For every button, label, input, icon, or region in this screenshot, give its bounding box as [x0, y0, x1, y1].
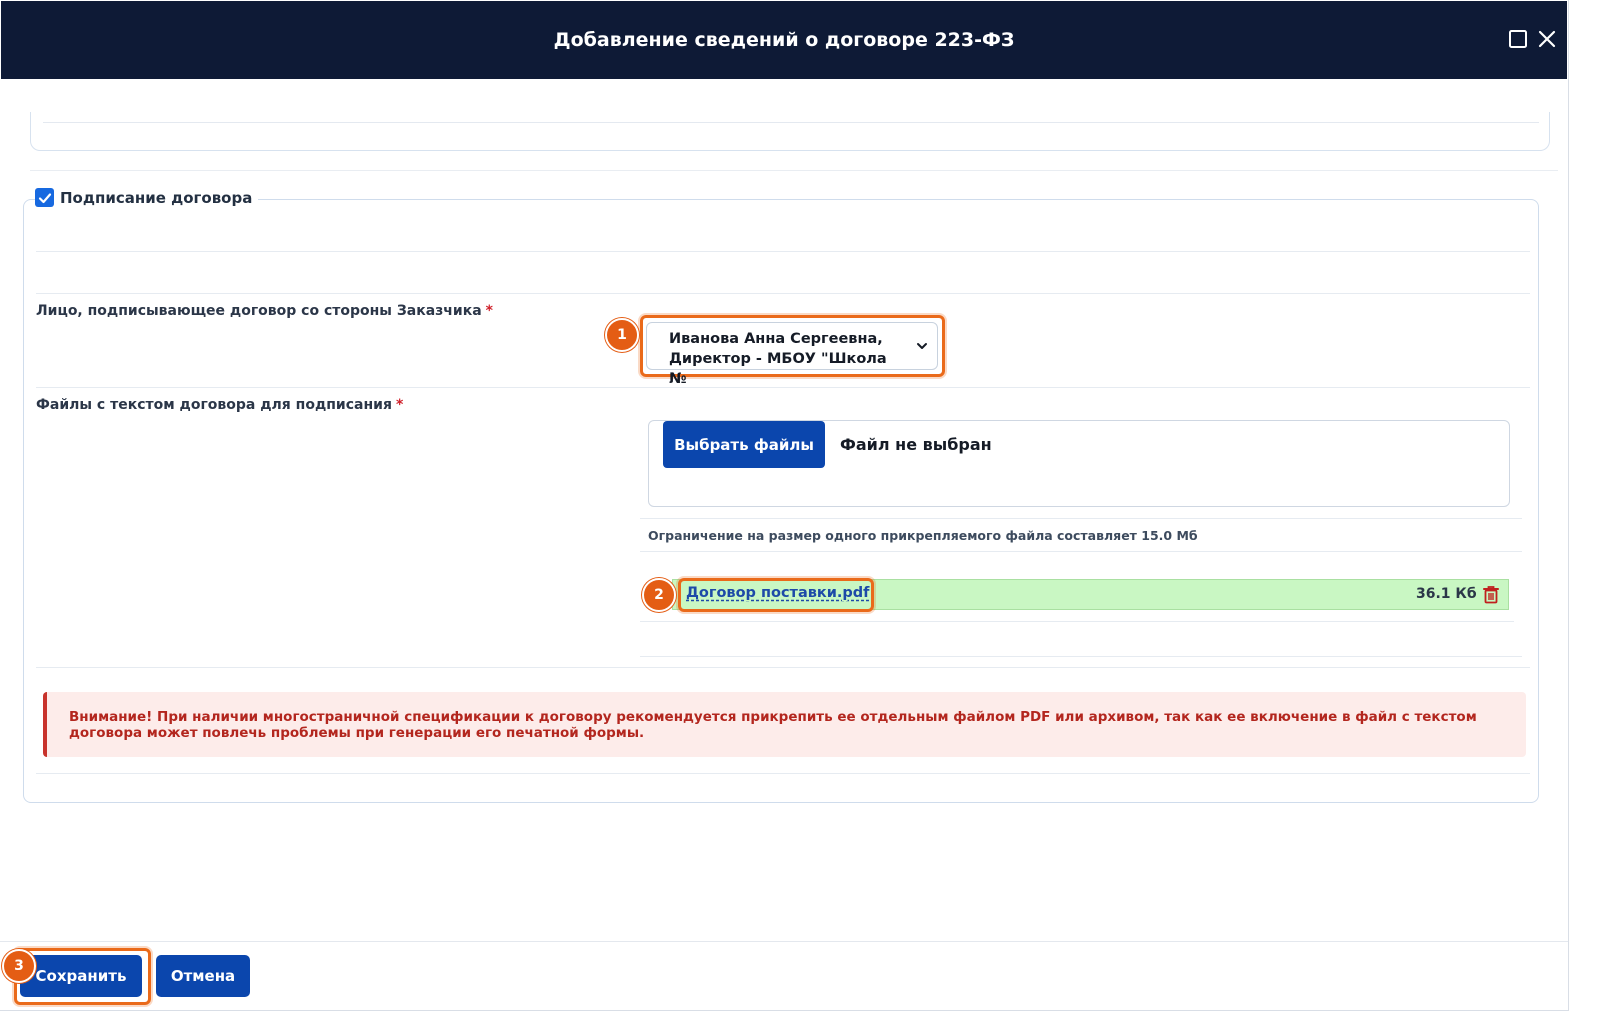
divider [640, 656, 1522, 657]
no-file-text: Файл не выбран [840, 435, 992, 454]
signer-select[interactable]: Иванова Анна Сергеевна, Директор - МБОУ … [646, 322, 938, 387]
files-field-label: Файлы с текстом договора для подписания * [36, 397, 404, 413]
maximize-icon[interactable] [1508, 29, 1528, 49]
signer-select-value: Иванова Анна Сергеевна, Директор - МБОУ … [669, 331, 887, 387]
attached-file-link[interactable]: Договор поставки.pdf [686, 585, 870, 601]
divider [36, 667, 1530, 668]
step-badge-1: 1 [605, 318, 639, 352]
attached-file-size: 36.1 Кб [1416, 586, 1477, 602]
divider [36, 293, 1530, 294]
step-badge-2: 2 [642, 578, 676, 612]
warning-text: Внимание! При наличии многостраничной сп… [69, 709, 1477, 741]
divider [36, 251, 1530, 252]
required-mark: * [485, 303, 493, 319]
dialog-title: Добавление сведений о договоре 223-ФЗ [553, 29, 1015, 51]
divider [640, 551, 1522, 552]
signing-checkbox[interactable] [35, 188, 54, 207]
previous-section-box [30, 112, 1550, 151]
close-icon[interactable] [1537, 29, 1557, 49]
footer-divider [0, 941, 1568, 942]
signing-legend: Подписание договора [35, 188, 259, 207]
trash-icon[interactable] [1482, 585, 1500, 604]
required-mark: * [395, 397, 404, 413]
size-limit-text: Ограничение на размер одного прикрепляем… [648, 528, 1198, 543]
divider [640, 518, 1522, 519]
signer-field-label: Лицо, подписывающее договор со стороны З… [36, 303, 493, 319]
divider [640, 621, 1514, 622]
save-button[interactable]: Сохранить [20, 955, 142, 997]
divider [36, 773, 1530, 774]
choose-files-button[interactable]: Выбрать файлы [663, 421, 825, 468]
dialog: Добавление сведений о договоре 223-ФЗ По… [0, 0, 1569, 1011]
cancel-button[interactable]: Отмена [156, 955, 250, 997]
dialog-header: Добавление сведений о договоре 223-ФЗ [1, 1, 1567, 79]
warning-alert: Внимание! При наличии многостраничной сп… [43, 692, 1526, 757]
chevron-down-icon [917, 343, 927, 349]
divider [36, 387, 1530, 388]
step-badge-3: 3 [2, 949, 36, 983]
divider [30, 170, 1558, 171]
checkmark-icon [38, 192, 51, 203]
signing-section-label: Подписание договора [60, 188, 253, 207]
